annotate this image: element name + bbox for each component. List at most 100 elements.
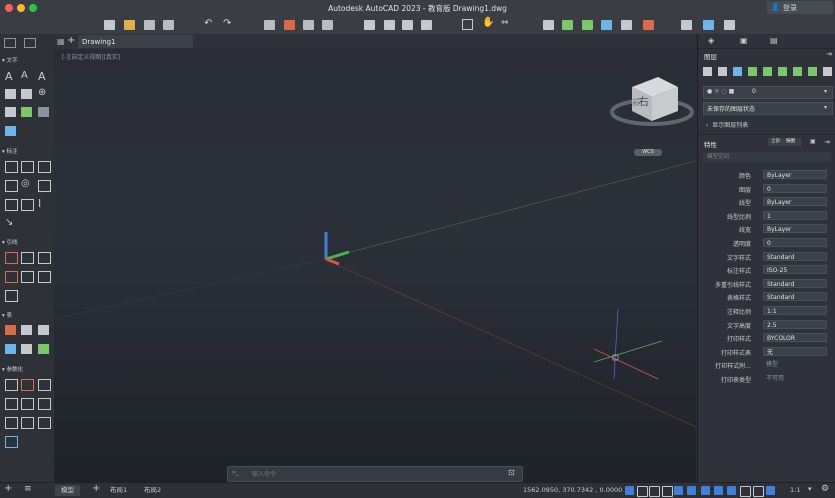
undo-icon[interactable]: ↶ — [204, 18, 212, 29]
block-icon[interactable] — [601, 20, 612, 30]
command-input[interactable] — [250, 468, 494, 481]
section-dimension[interactable]: ▾ 标注 — [2, 147, 52, 157]
show-layer-list-link[interactable]: › 显示图层列表 — [706, 120, 748, 129]
property-value[interactable]: Standard — [763, 251, 827, 261]
aligned-dim-icon[interactable] — [21, 161, 34, 173]
data-link-icon[interactable] — [38, 325, 49, 335]
property-value[interactable]: Standard — [763, 292, 827, 302]
image-icon[interactable] — [421, 20, 432, 30]
add-layout-icon[interactable]: + — [92, 483, 100, 494]
tab-model[interactable]: 模型 — [55, 485, 80, 496]
aligned-constraint-icon[interactable] — [38, 398, 51, 410]
zoom-extents-icon[interactable]: ⇔ — [501, 18, 509, 28]
upload-data-icon[interactable] — [38, 344, 49, 354]
scope-all[interactable]: 全部 — [771, 138, 780, 146]
selection-dropdown[interactable]: 模型空间 — [703, 152, 831, 162]
layer-props-icon[interactable] — [703, 67, 712, 76]
save-as-icon[interactable] — [163, 20, 174, 30]
justify-text-icon[interactable] — [21, 107, 32, 117]
layers-dock-icon[interactable]: ⇥ — [826, 50, 832, 58]
pan-hand-icon[interactable]: ✋ — [482, 17, 494, 28]
add-leader-icon[interactable] — [21, 252, 34, 264]
spell-check-icon[interactable] — [21, 89, 32, 99]
layer-freeze-icon[interactable] — [793, 67, 802, 76]
layers-tab-icon[interactable]: ◈ — [708, 36, 714, 45]
layer-state-dropdown[interactable]: 未保存的图层状态 ▾ — [703, 102, 833, 115]
transparency-toggle-icon[interactable] — [740, 486, 751, 497]
property-value[interactable]: ByLayer — [763, 197, 827, 207]
auto-constrain-icon[interactable] — [21, 379, 34, 391]
quick-leader-icon[interactable] — [5, 290, 18, 302]
panel-toggle-icon[interactable] — [4, 38, 16, 48]
open-file-icon[interactable] — [124, 20, 135, 30]
grid-toggle-icon[interactable] — [625, 486, 634, 495]
save-icon[interactable] — [144, 20, 155, 30]
properties-tab-icon[interactable]: ▤ — [770, 36, 778, 45]
lineweight-toggle-icon[interactable] — [727, 486, 736, 495]
selection-cycling-icon[interactable] — [753, 486, 764, 497]
viewcube-face-front[interactable]: 前 — [632, 97, 640, 108]
share-icon[interactable] — [703, 20, 714, 30]
grid-menu-icon[interactable]: ▦ — [57, 37, 65, 46]
dim-break-icon[interactable] — [21, 199, 34, 211]
radius-dim-icon[interactable]: ◎ — [21, 178, 30, 189]
layer-lock-icon[interactable] — [823, 67, 832, 76]
find-text-icon[interactable] — [5, 89, 16, 99]
dim-oblique-icon[interactable]: ↘ — [5, 217, 13, 228]
help-icon[interactable] — [643, 20, 654, 30]
tab-layout2[interactable]: 布局2 — [138, 485, 167, 496]
polar-toggle-icon[interactable] — [662, 486, 673, 497]
new-file-icon[interactable] — [104, 20, 115, 30]
select-window-icon[interactable] — [462, 19, 473, 30]
dim-jog-icon[interactable]: I — [38, 197, 41, 210]
layer-tool-icon[interactable] — [582, 20, 593, 30]
tab-layout1[interactable]: 布局1 — [104, 485, 133, 496]
palette-toggle-icon[interactable] — [681, 20, 692, 30]
property-value[interactable]: 无 — [763, 346, 827, 356]
table-style-icon[interactable] — [21, 325, 32, 335]
property-value[interactable]: ByLayer — [763, 224, 827, 234]
match-properties-icon[interactable] — [562, 20, 573, 30]
align-leader-icon[interactable] — [5, 271, 18, 283]
property-value[interactable]: 2.5 — [763, 319, 827, 329]
angular-constraint-icon[interactable] — [5, 417, 18, 429]
batch-plot-icon[interactable] — [322, 20, 333, 30]
text-style-icon[interactable]: A — [21, 70, 28, 81]
collect-leader-icon[interactable] — [21, 271, 34, 283]
zoom-text-icon[interactable]: ⊕ — [38, 87, 46, 98]
customize-command-icon[interactable]: ⊡ — [508, 468, 515, 477]
dynamic-ucs-icon[interactable] — [701, 486, 710, 495]
properties-dock-icon[interactable]: ⇥ — [824, 138, 830, 146]
sheet-icon[interactable] — [364, 20, 375, 30]
property-value[interactable]: ByLayer — [763, 170, 827, 179]
text-align-icon[interactable] — [38, 107, 49, 117]
diameter-constraint-icon[interactable] — [38, 417, 51, 429]
add-palette-icon[interactable]: + — [4, 483, 12, 494]
xref-icon[interactable] — [402, 20, 413, 30]
close-window-button[interactable] — [5, 4, 13, 12]
dim-space-icon[interactable] — [5, 199, 18, 211]
convert-text-icon[interactable] — [5, 126, 16, 136]
layer-dropdown[interactable]: ● ☼ ◌ ■ 0 ▾ — [703, 86, 833, 99]
property-value[interactable]: 1 — [763, 210, 827, 220]
multiline-text-icon[interactable]: A — [38, 70, 46, 83]
properties-scope-toggle[interactable]: 全部 按图 — [768, 138, 802, 146]
annotation-visibility-icon[interactable] — [766, 486, 775, 495]
app-store-icon[interactable] — [724, 20, 735, 30]
layer-previous-icon[interactable] — [748, 67, 757, 76]
layer-off-icon[interactable] — [808, 67, 817, 76]
redo-icon[interactable]: ↷ — [223, 18, 231, 29]
plot-icon[interactable] — [303, 20, 314, 30]
text-tool-icon[interactable]: A — [5, 70, 13, 83]
leader-style-icon[interactable] — [38, 271, 51, 283]
section-table[interactable]: ▾ 表 — [2, 311, 52, 321]
osnap-toggle-icon[interactable] — [674, 486, 683, 495]
snap-toggle-icon[interactable] — [637, 486, 648, 497]
multileader-icon[interactable] — [5, 252, 18, 264]
dynamic-input-icon[interactable] — [714, 486, 723, 495]
dim-edit-icon[interactable] — [38, 180, 51, 192]
sheet-set-icon[interactable] — [384, 20, 395, 30]
wcs-menu[interactable]: WCS — [634, 149, 662, 156]
vertical-constraint-icon[interactable] — [21, 398, 34, 410]
drawing-viewport[interactable]: [-][自定义视图][真实] 右 前 WCS — [54, 49, 696, 482]
